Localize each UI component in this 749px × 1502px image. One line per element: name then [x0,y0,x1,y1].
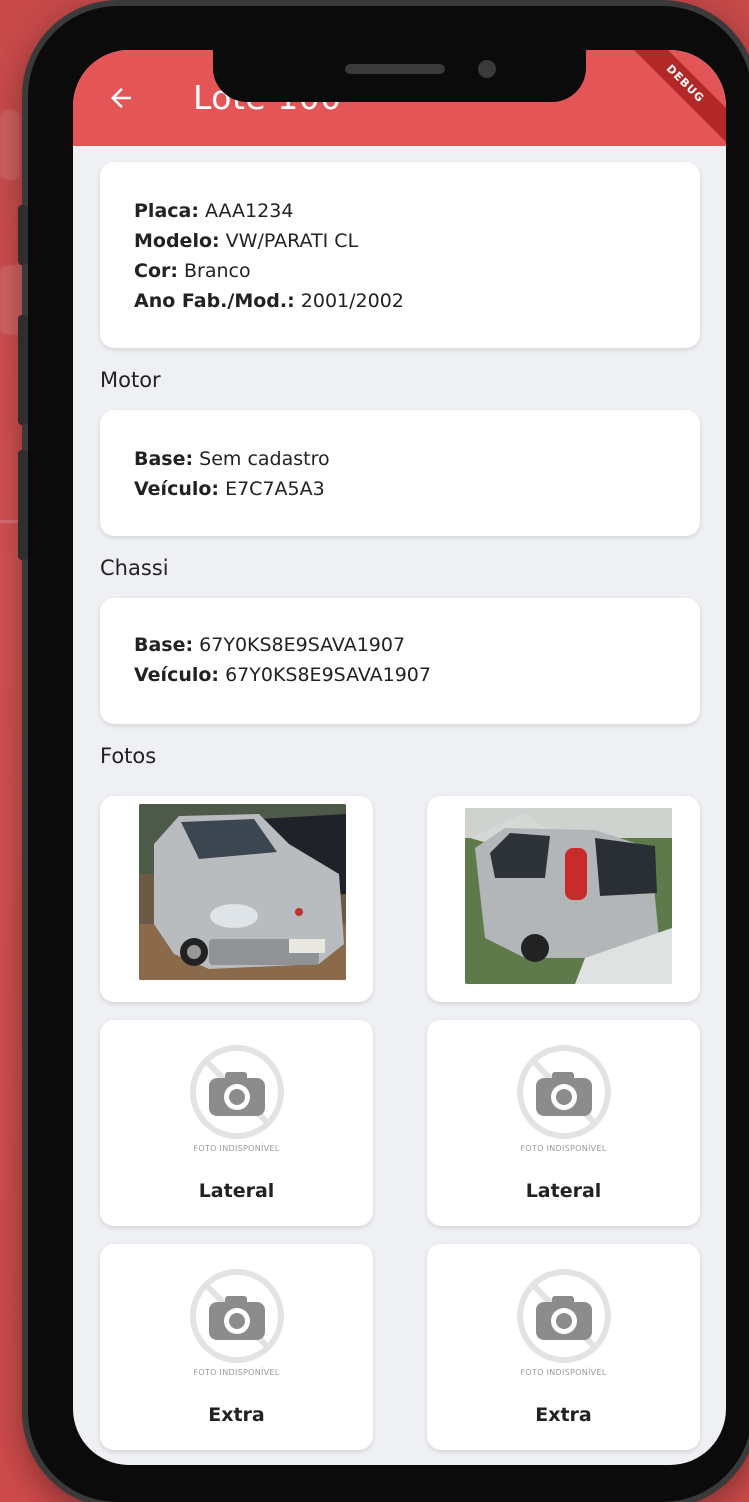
photo-label: Extra [535,1404,592,1426]
car-front-photo [139,804,346,980]
chassi-section-title: Chassi [100,556,169,580]
model-line: Modelo: VW/PARATI CL [134,230,359,252]
photo-label: Lateral [198,1180,275,1202]
phone-side-button [18,450,28,560]
back-button[interactable] [103,80,139,116]
photo-card[interactable] [100,796,373,1002]
photo-unavailable-caption: FOTO INDISPONÍVEL [193,1144,280,1153]
photo-label: Extra [208,1404,265,1426]
phone-camera [478,60,496,78]
fotos-section-title: Fotos [100,744,157,768]
camera-unavailable-icon [516,1269,611,1363]
car-rear-photo [465,808,672,984]
plate-line: Placa: AAA1234 [134,200,294,222]
camera-unavailable-icon [516,1045,611,1139]
chassi-base-line: Base: 67Y0KS8E9SAVA1907 [134,634,406,656]
photo-placeholder-card[interactable]: FOTO INDISPONÍVEL Lateral [100,1020,373,1226]
vehicle-info-card: Placa: AAA1234 Modelo: VW/PARATI CL Cor:… [100,162,700,348]
debug-banner: DEBUG [623,50,726,146]
photo-label: Lateral [525,1180,602,1202]
photo-placeholder-card[interactable]: FOTO INDISPONÍVEL Extra [100,1244,373,1450]
arrow-left-icon [111,88,131,108]
chassi-card: Base: 67Y0KS8E9SAVA1907 Veículo: 67Y0KS8… [100,598,700,724]
background-panel [0,110,20,180]
photo-unavailable-caption: FOTO INDISPONÍVEL [520,1368,607,1377]
motor-section-title: Motor [100,368,161,392]
motor-card: Base: Sem cadastro Veículo: E7C7A5A3 [100,410,700,536]
motor-vehicle-line: Veículo: E7C7A5A3 [134,478,325,500]
app-screen: Lote 100 DEBUG Placa: AAA1234 Modelo: VW… [73,50,726,1465]
year-line: Ano Fab./Mod.: 2001/2002 [134,290,404,312]
photo-unavailable-caption: FOTO INDISPONÍVEL [193,1368,280,1377]
camera-unavailable-icon [189,1045,284,1139]
color-line: Cor: Branco [134,260,251,282]
photo-card[interactable] [427,796,700,1002]
phone-speaker [345,64,445,74]
camera-unavailable-icon [189,1269,284,1363]
phone-side-button [18,315,28,425]
motor-base-line: Base: Sem cadastro [134,448,330,470]
phone-side-button [18,205,28,265]
photo-placeholder-card[interactable]: FOTO INDISPONÍVEL Extra [427,1244,700,1450]
photo-unavailable-caption: FOTO INDISPONÍVEL [520,1144,607,1153]
chassi-vehicle-line: Veículo: 67Y0KS8E9SAVA1907 [134,664,431,686]
photo-placeholder-card[interactable]: FOTO INDISPONÍVEL Lateral [427,1020,700,1226]
